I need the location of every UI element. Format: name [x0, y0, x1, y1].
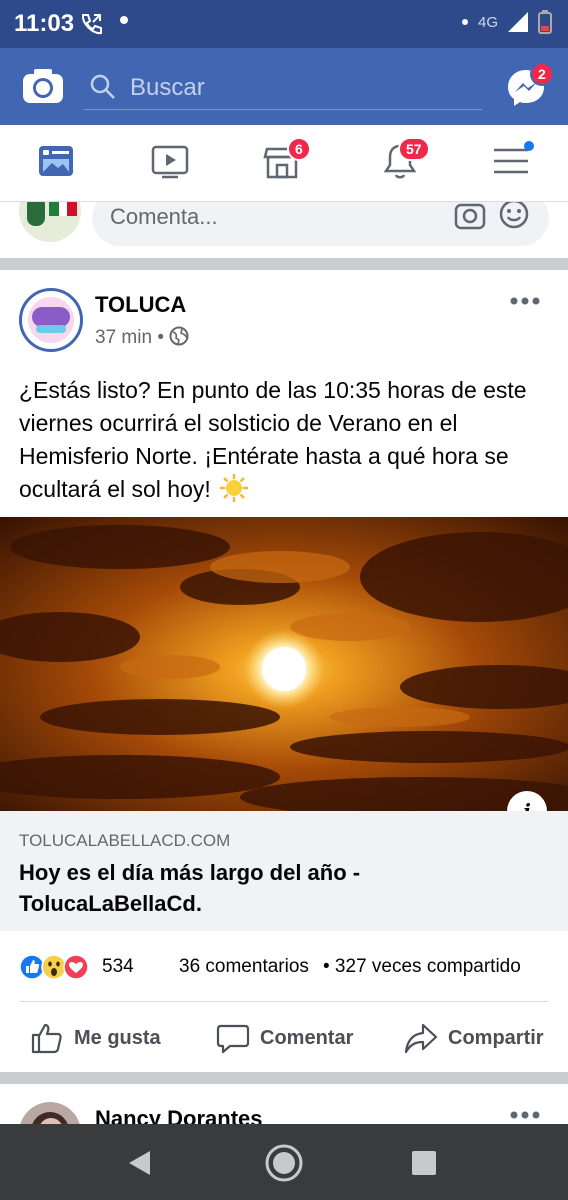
network-type: 4G	[477, 13, 498, 31]
battery-icon	[538, 10, 552, 34]
video-icon	[151, 145, 189, 179]
post-actions: Me gusta Comentar Compartir	[0, 1018, 568, 1058]
like-label: Me gusta	[74, 1026, 161, 1049]
menu-dot	[524, 141, 534, 151]
meta-separator: •	[157, 327, 164, 348]
more-options-icon[interactable]	[510, 1110, 540, 1120]
news-feed-icon	[39, 146, 73, 176]
post-time[interactable]: 37 min	[95, 327, 152, 348]
post-text: ¿Estás listo? En punto de las 10:35 hora…	[19, 374, 554, 506]
marketplace-badge: 6	[287, 137, 311, 161]
search-icon	[90, 74, 115, 99]
post-body: ¿Estás listo? En punto de las 10:35 hora…	[19, 377, 527, 502]
tab-news-feed[interactable]	[36, 141, 80, 185]
search-placeholder: Buscar	[130, 74, 205, 101]
notifications-badge: 57	[398, 137, 430, 161]
comments-count[interactable]: 36 comentarios	[179, 956, 309, 978]
call-icon	[81, 14, 102, 35]
user-avatar[interactable]	[19, 202, 81, 242]
system-nav-bar	[0, 1124, 568, 1200]
feed-post: TOLUCA 37 min • ¿Estás listo? En punto d…	[0, 270, 568, 1072]
tab-watch[interactable]	[150, 141, 194, 185]
status-bar: 11:03 4G	[0, 0, 568, 48]
link-domain: TOLUCALABELLACD.COM	[19, 831, 231, 850]
camera-icon[interactable]	[22, 68, 64, 104]
page-avatar[interactable]	[19, 288, 83, 352]
reaction-count[interactable]: 534	[102, 956, 134, 978]
emoji-icon[interactable]	[498, 202, 530, 230]
link-title: Hoy es el día más largo del año - Toluca…	[19, 860, 361, 916]
post-author[interactable]: TOLUCA	[95, 292, 186, 318]
status-time: 11:03	[14, 10, 75, 37]
comment-icon	[216, 1024, 250, 1054]
messenger-button[interactable]: 2	[506, 62, 554, 108]
notification-dot	[120, 16, 128, 24]
post-stats: 534 36 comentarios • 327 veces compartid…	[19, 952, 549, 982]
post-image[interactable]: i	[0, 517, 568, 811]
share-label: Compartir	[448, 1026, 544, 1049]
globe-icon	[169, 326, 189, 346]
sunset-photo	[0, 517, 568, 811]
messenger-badge: 2	[530, 62, 554, 86]
tab-notifications[interactable]: 57	[380, 137, 430, 185]
share-icon	[404, 1023, 438, 1054]
back-icon[interactable]	[128, 1150, 152, 1176]
search-input[interactable]: Buscar	[84, 64, 482, 110]
love-reaction-icon	[63, 954, 89, 980]
link-preview[interactable]: TOLUCALABELLACD.COM Hoy es el día más la…	[0, 811, 568, 931]
tab-menu[interactable]	[492, 141, 536, 185]
sun-emoji-icon	[220, 474, 249, 502]
comment-placeholder: Comenta...	[110, 204, 218, 229]
nav-tabs: 6 57	[0, 125, 568, 202]
thumbs-up-icon	[31, 1023, 62, 1054]
reaction-icons[interactable]	[19, 954, 99, 982]
divider	[19, 1001, 549, 1002]
like-button[interactable]: Me gusta	[30, 1018, 161, 1058]
shares-count[interactable]: • 327 veces compartido	[323, 956, 521, 978]
signal-icon	[508, 12, 528, 32]
camera-icon[interactable]	[454, 202, 486, 230]
tab-marketplace[interactable]: 6	[262, 137, 311, 185]
comment-button[interactable]: Comentar	[216, 1018, 353, 1058]
post-meta: 37 min •	[95, 326, 189, 349]
comment-label: Comentar	[260, 1026, 354, 1049]
comment-row: Comenta...	[0, 202, 568, 258]
app-header: Buscar 2	[0, 48, 568, 125]
home-icon[interactable]	[264, 1143, 304, 1183]
more-options-icon[interactable]	[510, 296, 540, 306]
share-button[interactable]: Compartir	[404, 1018, 544, 1058]
dot-icon	[461, 19, 468, 25]
recents-icon[interactable]	[411, 1150, 437, 1176]
comment-input[interactable]: Comenta...	[92, 202, 549, 246]
